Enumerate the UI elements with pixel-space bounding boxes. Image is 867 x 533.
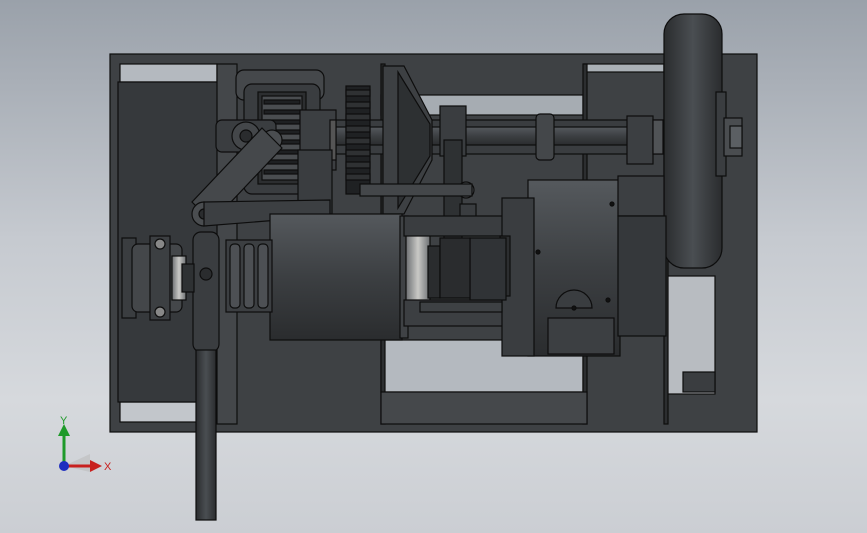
mechanical-assembly-model[interactable] (0, 0, 867, 533)
shaft-coupling (535, 113, 555, 161)
cad-viewport[interactable]: X Y (0, 0, 867, 533)
pulley-stack (225, 239, 273, 313)
coordinate-triad: X Y (58, 415, 112, 473)
slider-block (469, 237, 507, 301)
handle-arm (192, 231, 220, 521)
x-axis-label: X (104, 461, 112, 473)
x-axis-arrowhead (90, 460, 102, 472)
foot-block (682, 371, 716, 393)
spur-gear (345, 85, 371, 195)
shaft-bearing-right (626, 115, 654, 165)
lower-crossbar (380, 391, 588, 425)
gearbox-block (499, 175, 667, 357)
z-axis-dot (59, 461, 69, 471)
guide-rail (419, 301, 503, 313)
y-axis-label: Y (60, 415, 68, 427)
